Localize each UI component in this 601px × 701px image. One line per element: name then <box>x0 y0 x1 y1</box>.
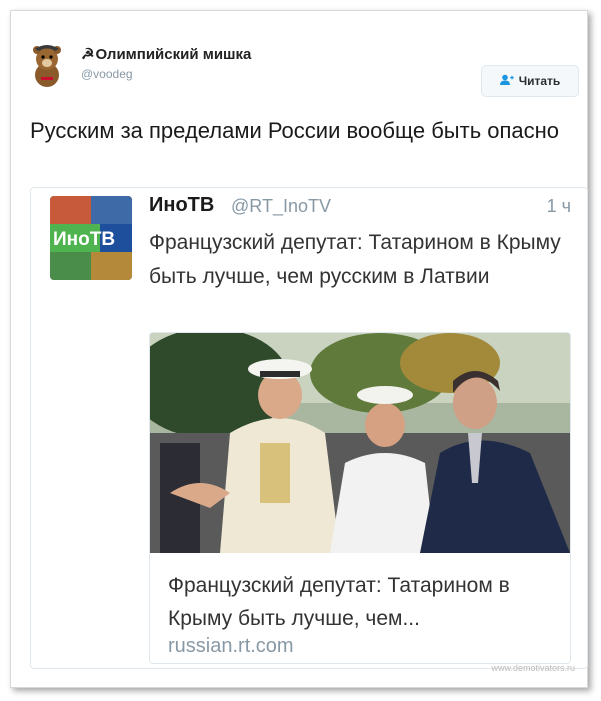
quoted-tweet[interactable]: ИноТВ ИноТВ @RT_InoTV 1 ч Французский де… <box>30 187 588 669</box>
follow-button[interactable]: Читать <box>481 65 579 97</box>
follow-button-label: Читать <box>518 74 561 88</box>
author-name[interactable]: ☭Олимпийский мишка <box>81 45 251 63</box>
quoted-avatar-logo: ИноТВ <box>53 229 115 250</box>
quoted-text: Французский депутат: Татарином в Крыму б… <box>149 231 561 288</box>
tweet-header: ☭Олимпийский мишка @voodeg Читать <box>25 35 587 97</box>
card-domain[interactable]: russian.rt.com <box>168 635 294 658</box>
tweet-text: Русским за пределами России вообще быть … <box>30 118 560 143</box>
author-handle[interactable]: @voodeg <box>81 67 133 81</box>
author-name-text: Олимпийский мишка <box>95 46 252 63</box>
watermark: www.demotivators.ru <box>491 663 575 673</box>
quoted-timestamp[interactable]: 1 ч <box>547 196 571 217</box>
quoted-author-handle[interactable]: @RT_InoTV <box>231 196 331 217</box>
card-photo <box>150 333 570 553</box>
link-card[interactable]: Французский депутат: Татарином в Крыму б… <box>149 332 571 664</box>
quoted-avatar[interactable]: ИноТВ <box>50 196 132 280</box>
quoted-author-name[interactable]: ИноТВ <box>149 194 214 217</box>
hammer-sickle-icon: ☭ <box>81 46 95 63</box>
card-title[interactable]: Французский депутат: Татарином в Крыму б… <box>168 569 558 635</box>
screenshot-frame: ☭Олимпийский мишка @voodeg Читать Русски… <box>10 10 588 688</box>
add-user-icon <box>499 74 514 89</box>
author-avatar[interactable] <box>25 39 69 89</box>
